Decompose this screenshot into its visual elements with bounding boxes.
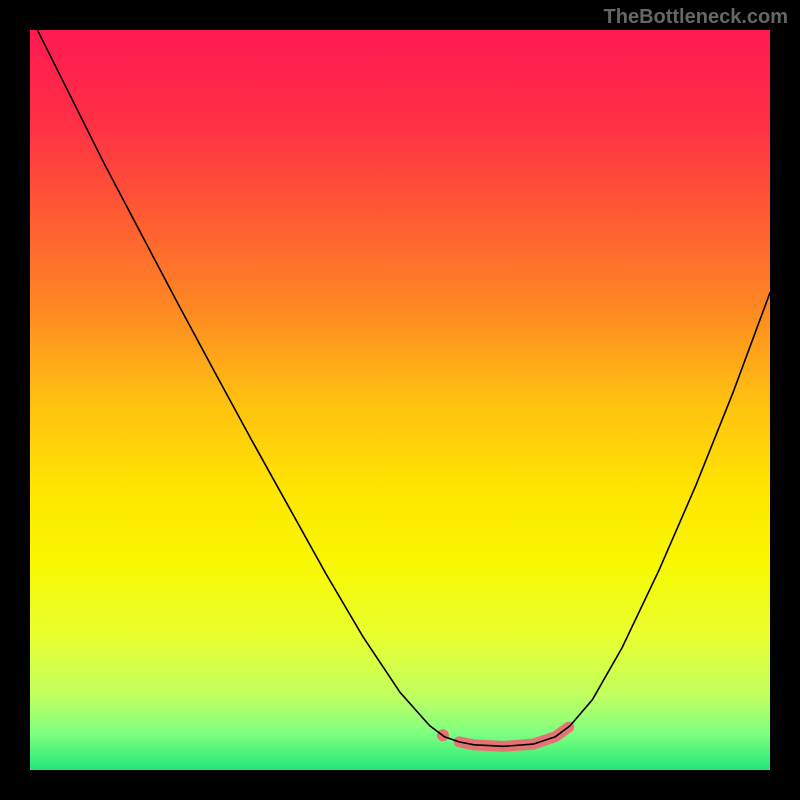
watermark-text: TheBottleneck.com xyxy=(604,6,788,29)
chart-svg xyxy=(30,30,770,770)
bottleneck-curve xyxy=(37,30,770,746)
plot-area xyxy=(30,30,770,770)
optimal-range-highlight xyxy=(459,727,569,746)
